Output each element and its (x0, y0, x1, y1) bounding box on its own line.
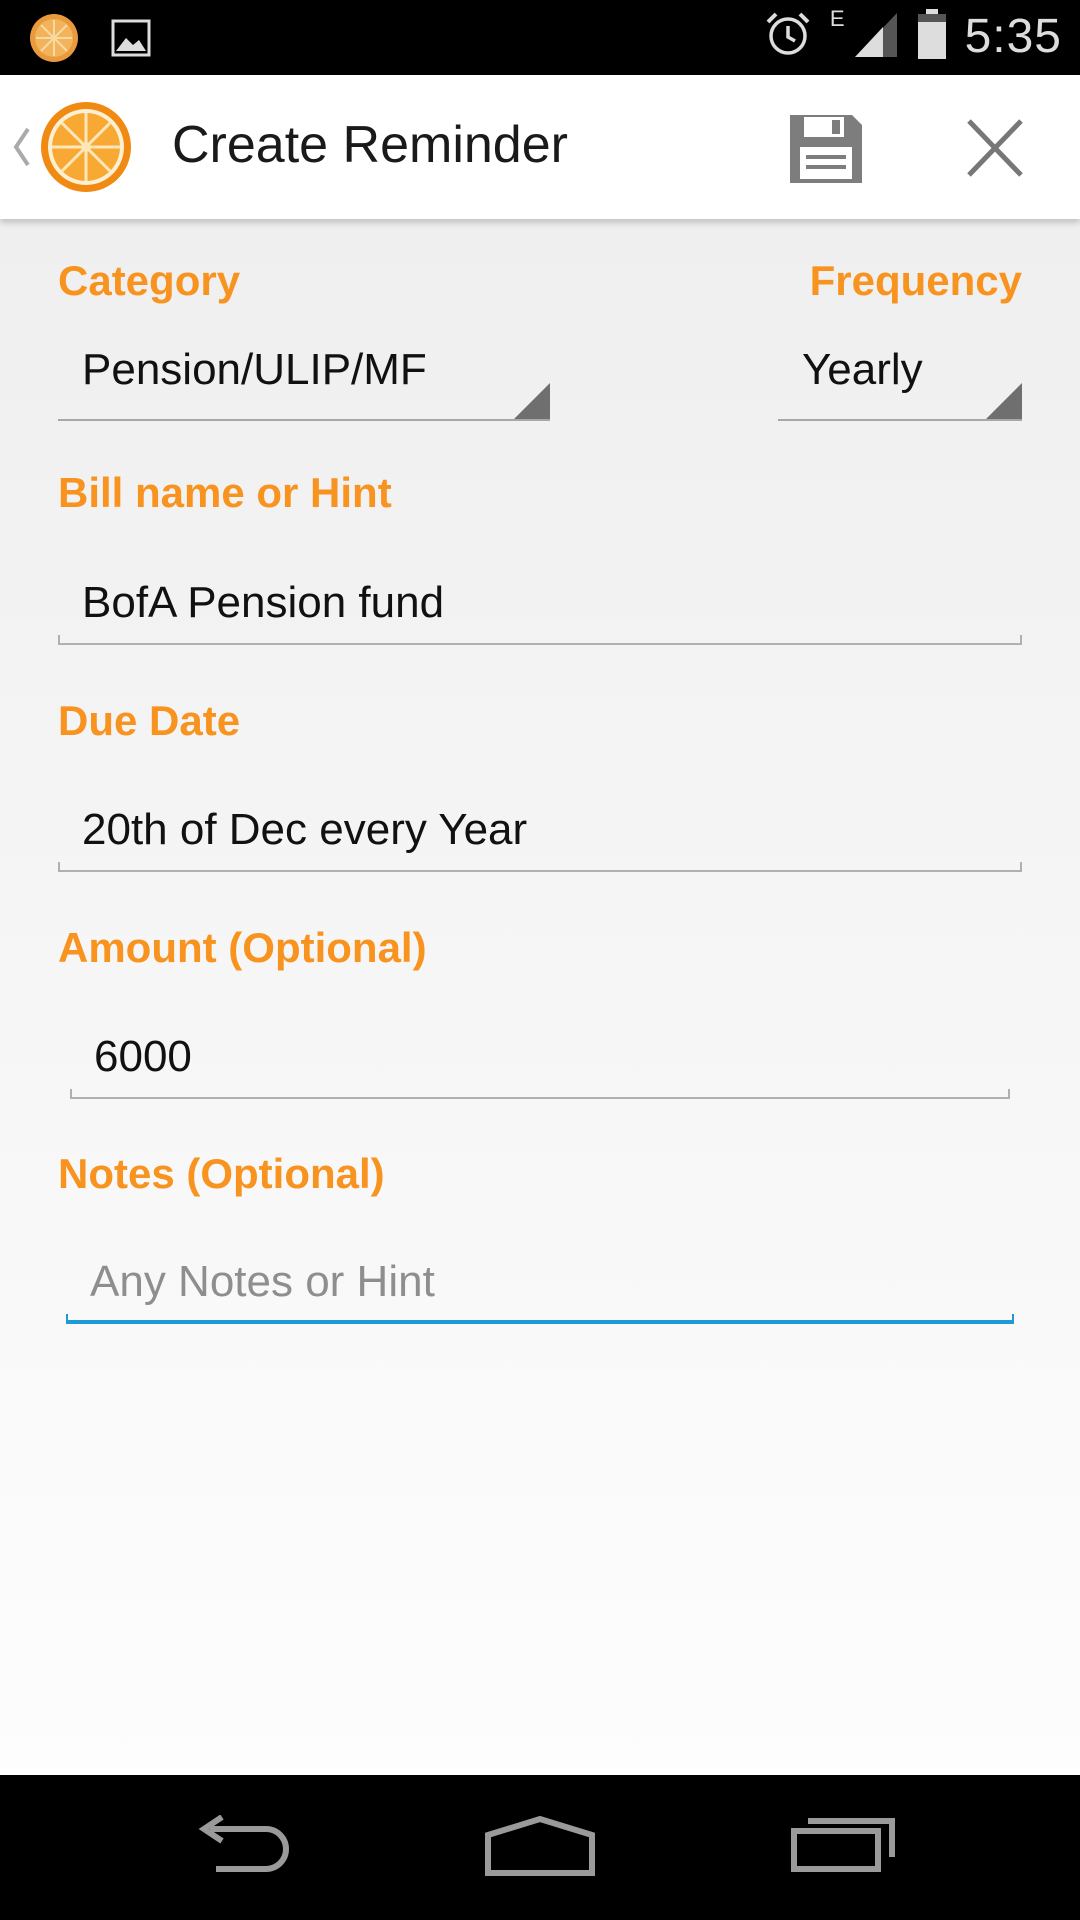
amount-field-wrap (70, 1019, 1010, 1099)
dropdown-arrow-icon (986, 383, 1022, 419)
due-date-field-wrap (58, 792, 1022, 872)
up-caret-icon[interactable] (10, 125, 32, 174)
home-icon (485, 1815, 595, 1876)
frequency-label: Frequency (809, 257, 1022, 304)
frequency-dropdown[interactable]: Yearly (778, 339, 1022, 421)
bill-name-input[interactable] (58, 565, 1022, 641)
action-bar: Create Reminder (0, 75, 1080, 219)
orange-app-notification-icon (28, 12, 80, 69)
orange-logo-icon[interactable] (40, 101, 132, 198)
reminder-form: Category Frequency Pension/ULIP/MF Yearl… (0, 219, 1080, 1775)
notes-field-wrap (66, 1244, 1014, 1324)
recent-apps-icon (791, 1818, 895, 1872)
network-type-label: E (829, 5, 845, 31)
page-title: Create Reminder (172, 116, 568, 174)
bill-name-label: Bill name or Hint (58, 469, 392, 516)
close-icon (967, 119, 1023, 177)
amount-input[interactable] (70, 1019, 1010, 1095)
bill-name-field-wrap (58, 565, 1022, 645)
save-icon (790, 115, 862, 183)
status-time: 5:35 (964, 10, 1062, 63)
alarm-icon (764, 10, 812, 63)
home-button[interactable] (484, 1815, 596, 1884)
close-button[interactable] (955, 113, 1035, 185)
back-button[interactable] (188, 1814, 292, 1880)
battery-icon (917, 8, 947, 65)
save-button[interactable] (786, 111, 866, 187)
frequency-dropdown-value: Yearly (802, 345, 923, 394)
category-label: Category (58, 257, 241, 304)
notes-label: Notes (Optional) (58, 1150, 385, 1197)
image-notification-icon (110, 18, 152, 63)
recent-apps-button[interactable] (790, 1815, 898, 1878)
status-bar: E 5:35 (0, 0, 1080, 75)
dropdown-arrow-icon (514, 383, 550, 419)
navigation-bar (0, 1775, 1080, 1920)
due-date-label: Due Date (58, 697, 241, 744)
back-icon (198, 1814, 289, 1872)
amount-label: Amount (Optional) (58, 924, 427, 971)
due-date-input[interactable] (58, 792, 1022, 868)
category-dropdown-value: Pension/ULIP/MF (82, 345, 427, 394)
notes-input[interactable] (66, 1244, 1014, 1320)
signal-icon (853, 9, 899, 64)
category-dropdown[interactable]: Pension/ULIP/MF (58, 339, 550, 421)
